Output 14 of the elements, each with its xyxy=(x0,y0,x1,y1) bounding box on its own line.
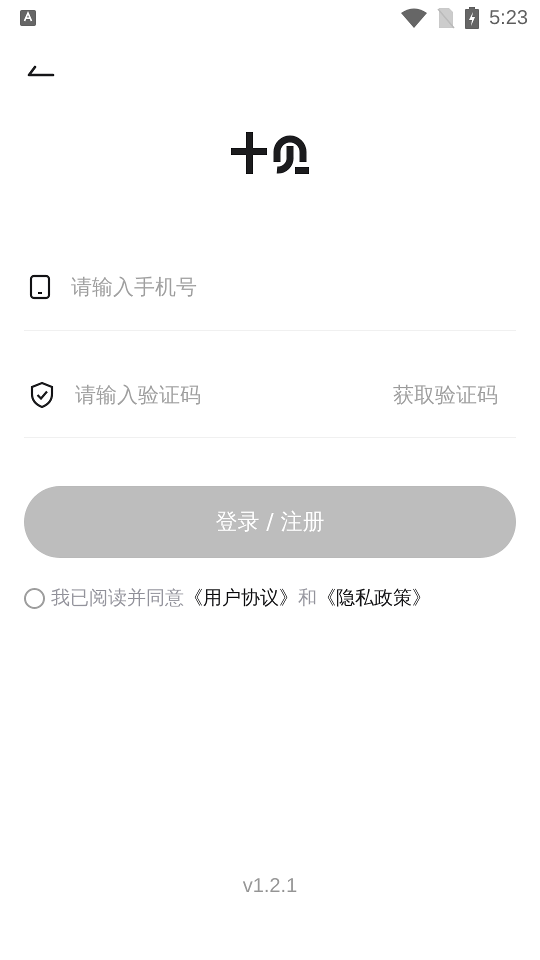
agree-checkbox[interactable] xyxy=(24,588,45,608)
agreement-link[interactable]: 《隐私政策》 xyxy=(317,587,431,609)
shield-check-icon xyxy=(29,381,55,409)
agreement-link[interactable]: 《用户协议》 xyxy=(184,587,298,609)
agreement-text: 我已阅读并同意《用户协议》和《隐私政策》 xyxy=(51,586,431,611)
clock-time: 5:23 xyxy=(489,6,528,30)
phone-input-field[interactable]: 请输入手机号 xyxy=(71,275,516,299)
phone-icon xyxy=(29,274,51,300)
no-sim-icon xyxy=(437,7,456,29)
keyboard-icon xyxy=(19,9,37,27)
code-input-field[interactable]: 请输入验证码 xyxy=(75,383,373,407)
version-text: v1.2.1 xyxy=(242,875,298,898)
wifi-icon xyxy=(401,8,428,28)
battery-charging-icon xyxy=(465,7,480,29)
